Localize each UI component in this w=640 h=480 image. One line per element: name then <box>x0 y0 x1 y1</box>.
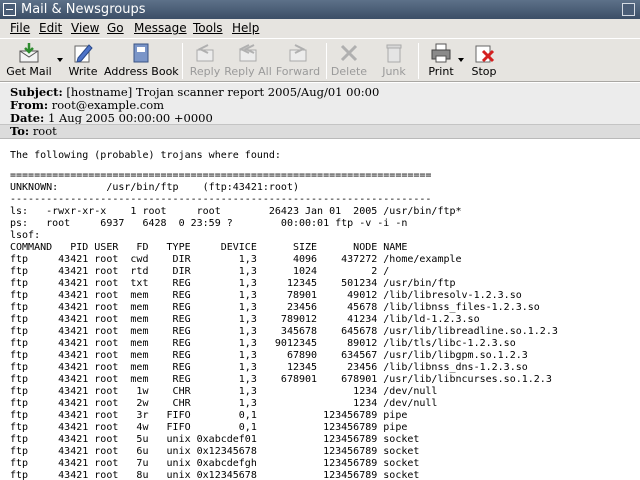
delete-icon <box>340 44 358 62</box>
body-line: lsof: <box>10 230 41 241</box>
reply-icon <box>196 44 214 62</box>
body-line: ftp 43421 root mem REG 1,3 23456 45678 /… <box>10 302 540 313</box>
from-address-link[interactable]: root@example.com <box>52 98 164 112</box>
toolbar-separator <box>326 43 327 79</box>
write-icon <box>74 44 93 63</box>
body-line: ----------------------------------------… <box>10 194 432 205</box>
body-line: ftp 43421 root 1w CHR 1,3 1234 /dev/null <box>10 386 438 397</box>
body-line: ========================================… <box>10 170 432 181</box>
window-close-icon[interactable] <box>622 3 635 16</box>
print-button[interactable]: Print <box>425 41 457 81</box>
body-line: ftp 43421 root mem REG 1,3 78901 49012 /… <box>10 290 522 301</box>
delete-button[interactable]: Delete <box>330 41 368 81</box>
body-line: ftp 43421 root 8u unix 0x12345678 123456… <box>10 470 420 480</box>
body-line: ftp 43421 root mem REG 1,3 789012 41234 … <box>10 314 480 325</box>
toolbar-separator <box>418 43 419 79</box>
to-address-link[interactable]: root <box>33 124 57 138</box>
menu-file[interactable]: File <box>10 19 30 37</box>
junk-button[interactable]: Junk <box>378 41 410 81</box>
stop-icon <box>475 45 495 63</box>
body-line: ftp 43421 root rtd DIR 1,3 1024 2 / <box>10 266 390 277</box>
header-to-row <box>0 124 640 138</box>
body-line: ftp 43421 root mem REG 1,3 9012345 89012… <box>10 338 516 349</box>
menu-bar: File Edit View Go Message Tools Help <box>0 19 640 38</box>
body-line: The following (probable) trojans where f… <box>10 150 281 161</box>
body-line: ftp 43421 root 7u unix 0xabcdefgh 123456… <box>10 458 420 469</box>
print-dropdown-icon[interactable] <box>458 58 464 62</box>
body-line: ftp 43421 root cwd DIR 1,3 4096 437272 /… <box>10 254 462 265</box>
get-mail-button[interactable]: Get Mail <box>4 41 54 81</box>
window-title: Mail & Newsgroups <box>21 2 146 17</box>
body-line: ftp 43421 root 6u unix 0x12345678 123456… <box>10 446 420 457</box>
address-book-icon <box>133 43 149 63</box>
title-bar: Mail & Newsgroups <box>0 0 640 19</box>
body-line: ftp 43421 root 4w FIFO 0,1 123456789 pip… <box>10 422 408 433</box>
message-header-pane: Subject: [hostname] Trojan scanner repor… <box>0 83 640 139</box>
body-line: ftp 43421 root 5u unix 0xabcdef01 123456… <box>10 434 420 445</box>
forward-button[interactable]: Forward <box>275 41 321 81</box>
body-line: ftp 43421 root mem REG 1,3 678901 678901… <box>10 374 552 385</box>
get-mail-icon <box>19 43 39 63</box>
junk-icon <box>386 44 402 63</box>
body-line: COMMAND PID USER FD TYPE DEVICE SIZE NOD… <box>10 242 408 253</box>
menu-help[interactable]: Help <box>232 19 259 37</box>
body-line: ftp 43421 root mem REG 1,3 345678 645678… <box>10 326 558 337</box>
body-line: ftp 43421 root 2w CHR 1,3 1234 /dev/null <box>10 398 438 409</box>
forward-icon <box>289 44 307 62</box>
body-line: ftp 43421 root txt REG 1,3 12345 501234 … <box>10 278 456 289</box>
body-line: ftp 43421 root mem REG 1,3 67890 634567 … <box>10 350 528 361</box>
menu-edit[interactable]: Edit <box>39 19 62 37</box>
body-line: ls: -rwxr-xr-x 1 root root 26423 Jan 01 … <box>10 206 462 217</box>
menu-view[interactable]: View <box>71 19 99 37</box>
body-line: ps: root 6937 6428 0 23:59 ? 00:00:01 ft… <box>10 218 408 229</box>
menu-tools[interactable]: Tools <box>193 19 223 37</box>
reply-all-icon <box>238 44 257 62</box>
header-to: To: root <box>10 124 57 138</box>
get-mail-dropdown-icon[interactable] <box>57 58 63 62</box>
body-line: ftp 43421 root 3r FIFO 0,1 123456789 pip… <box>10 410 408 421</box>
toolbar: Get Mail Write Address Book Reply Reply … <box>0 38 640 82</box>
message-body: The following (probable) trojans where f… <box>0 140 640 480</box>
window-menu-icon[interactable] <box>3 3 16 16</box>
reply-all-button[interactable]: Reply All <box>224 41 272 81</box>
menu-message[interactable]: Message <box>134 19 187 37</box>
reply-button[interactable]: Reply <box>188 41 222 81</box>
body-line: UNKNOWN: /usr/bin/ftp (ftp:43421:root) <box>10 182 299 193</box>
print-icon <box>431 43 451 63</box>
write-button[interactable]: Write <box>66 41 100 81</box>
address-book-button[interactable]: Address Book <box>104 41 179 81</box>
toolbar-separator <box>182 43 183 79</box>
stop-button[interactable]: Stop <box>468 41 500 81</box>
menu-go[interactable]: Go <box>107 19 124 37</box>
body-line: ftp 43421 root mem REG 1,3 12345 23456 /… <box>10 362 528 373</box>
